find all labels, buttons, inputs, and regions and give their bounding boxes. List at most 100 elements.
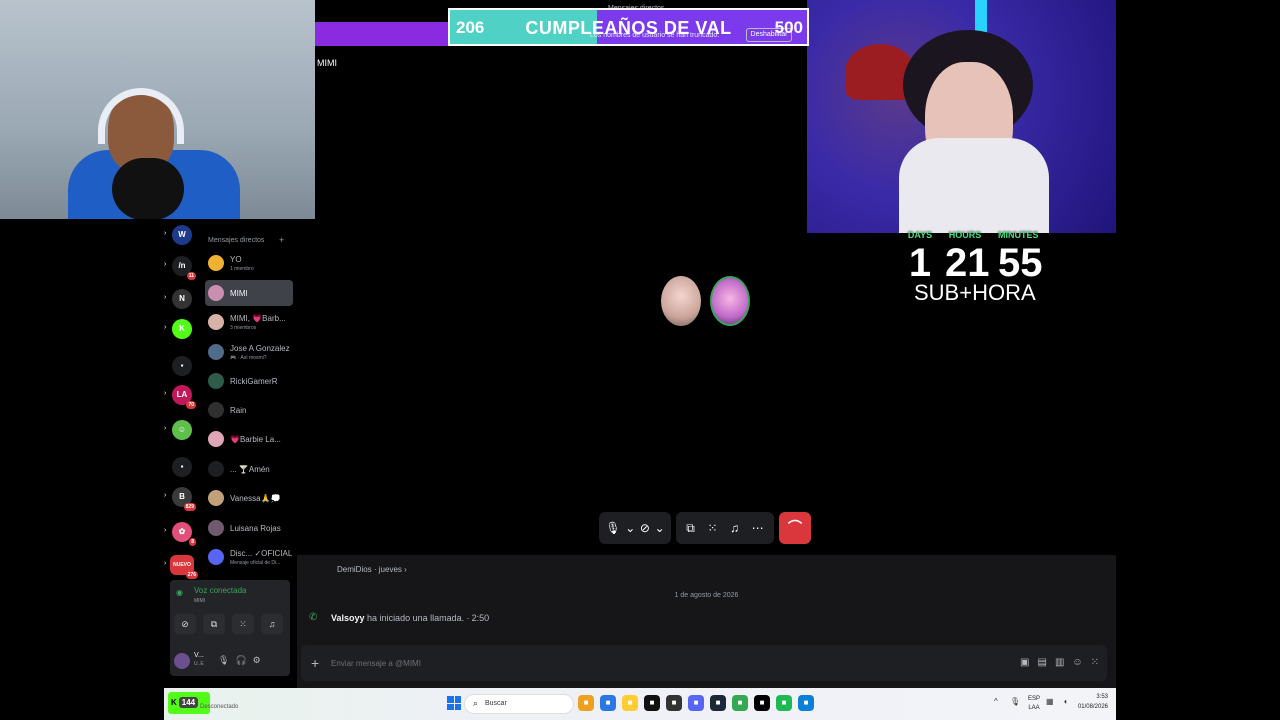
- dm-item[interactable]: MIMI, 💗Barb... 3 miembros: [205, 309, 293, 335]
- dm-item[interactable]: RickiGamerR: [205, 368, 293, 394]
- call-user[interactable]: Valsoyy: [331, 613, 365, 623]
- add-attachment-icon[interactable]: +: [311, 655, 319, 671]
- server-label: /n: [178, 261, 186, 270]
- dm-list: Mensajes directos + YO 1 miembro MIMI MIMI,…: [200, 230, 294, 580]
- new-dm-icon[interactable]: +: [279, 235, 284, 245]
- chevron-down-icon[interactable]: ⌄: [655, 521, 665, 535]
- dm-item[interactable]: YO 1 miembro: [205, 250, 293, 276]
- server-label: B: [179, 492, 185, 501]
- voice-status[interactable]: Voz conectada: [194, 586, 246, 595]
- clock[interactable]: 3:53 01/08/2026: [1078, 692, 1108, 712]
- message-input[interactable]: + Enviar mensaje a @MIMI ▣ ▤ ▥ ☺ ⁙: [301, 645, 1107, 681]
- windows-taskbar: K 144 Desconectado ⌕ Buscar ■ ■ ■ ■ ■ ■ ■ ■ ■ ■ ■ ^…: [164, 688, 1116, 720]
- server-icon[interactable]: ▪: [172, 356, 192, 376]
- microphone-icon[interactable]: 🎙: [605, 521, 620, 535]
- dm-item[interactable]: Rain: [205, 397, 293, 423]
- dm-name: Rain: [230, 406, 247, 415]
- server-icon[interactable]: ✿ 8: [172, 522, 196, 546]
- activities-icon[interactable]: ⁙: [707, 521, 717, 535]
- tiktok-icon[interactable]: ■: [644, 695, 660, 711]
- windows-start-icon[interactable]: [447, 696, 461, 710]
- search-label: Buscar: [485, 700, 507, 707]
- tray-icons[interactable]: ^ 🎙: [994, 697, 1025, 706]
- server-icon[interactable]: W: [172, 225, 192, 245]
- avatar: [208, 402, 224, 418]
- avatar[interactable]: [174, 653, 190, 669]
- call-text: ha iniciado una llamada. ∙ 2:50: [367, 613, 490, 623]
- sticker-icon[interactable]: ▥: [1055, 657, 1064, 668]
- chevron-down-icon[interactable]: ⌄: [625, 521, 635, 535]
- user-name: V...: [194, 652, 204, 659]
- disconnect-call-button[interactable]: ⌒: [779, 512, 811, 544]
- dm-item[interactable]: Luisana Rojas: [205, 515, 293, 541]
- unread-pip: ›: [164, 425, 167, 432]
- dm-item[interactable]: Jose A Gonzalez 🎮 · Así mosmi?: [205, 339, 293, 365]
- spotify-icon[interactable]: ■: [776, 695, 792, 711]
- user-status: U..E: [194, 661, 204, 667]
- files-icon[interactable]: ■: [578, 695, 594, 711]
- edge-icon[interactable]: ■: [798, 695, 814, 711]
- clock-time: 3:53: [1096, 694, 1108, 700]
- chrome-icon[interactable]: ■: [732, 695, 748, 711]
- mention-badge: 11: [186, 272, 196, 280]
- obs-icon[interactable]: ■: [666, 695, 682, 711]
- microphone-icon[interactable]: 🎙: [218, 655, 235, 665]
- soundboard-icon[interactable]: ♫: [730, 521, 739, 535]
- capcut-icon[interactable]: ■: [754, 695, 770, 711]
- dm-item[interactable]: 💗Barbie La...: [205, 426, 293, 452]
- clock-date: 01/08/2026: [1077, 704, 1108, 710]
- phone-icon: ✆: [309, 612, 318, 623]
- goal-accent-strip: [315, 22, 450, 46]
- system-icons[interactable]: ▦ ◐: [1046, 697, 1073, 706]
- more-icon[interactable]: ⋯: [752, 521, 764, 535]
- headphones: [98, 88, 184, 144]
- server-icon[interactable]: NUEVO 276: [170, 555, 198, 579]
- dm-subtitle: Mensaje oficial de Di...: [230, 560, 281, 566]
- unread-pip: ›: [164, 230, 167, 237]
- server-icon[interactable]: LA 70: [172, 385, 196, 409]
- gif-icon[interactable]: ▤: [1037, 657, 1046, 668]
- dm-item[interactable]: Disc... ✓OFICIAL Mensaje oficial de Di...: [205, 544, 293, 570]
- participant-avatar-speaking[interactable]: [710, 276, 750, 326]
- activity-controls: ⧉ ⁙ ♫ ⋯: [676, 512, 774, 544]
- server-icon[interactable]: /n 11: [172, 256, 196, 280]
- goal-title: CUMPLEAÑOS DE VAL: [525, 18, 732, 38]
- gift-icon[interactable]: ▣: [1020, 657, 1029, 668]
- headphones-icon[interactable]: 🎧: [235, 655, 252, 665]
- dm-item[interactable]: ... 🍸Amén: [205, 456, 293, 482]
- soundboard-icon[interactable]: ♫: [261, 614, 283, 634]
- participant-avatar[interactable]: [661, 276, 701, 326]
- kick-count: 144: [178, 697, 199, 708]
- taskbar-search[interactable]: ⌕ Buscar: [464, 694, 574, 714]
- camera-off-icon[interactable]: ⊘: [640, 521, 650, 535]
- emoji-icon[interactable]: ☺: [1072, 657, 1082, 668]
- server-label: ▪: [180, 462, 184, 471]
- steam-icon[interactable]: ■: [710, 695, 726, 711]
- store-icon[interactable]: ■: [600, 695, 616, 711]
- screen-share-icon[interactable]: ⧉: [686, 521, 695, 536]
- message-placeholder[interactable]: Enviar mensaje a @MIMI: [331, 659, 421, 668]
- server-icon[interactable]: K: [172, 319, 192, 339]
- kick-widget[interactable]: K 144: [168, 692, 210, 714]
- server-icon[interactable]: N: [172, 289, 192, 309]
- activities-icon[interactable]: ⁙: [232, 614, 254, 634]
- dm-item[interactable]: Vanessa🙏💭: [205, 485, 293, 511]
- camera-off-icon[interactable]: ⊘: [174, 614, 196, 634]
- server-rail: W › /n 11 › N › K › ▪ LA 70 › ☺ › ▪ B 829 › ✿ 8 › NUEVO 276 ›: [164, 219, 200, 579]
- server-icon[interactable]: ☺: [172, 420, 192, 440]
- server-icon[interactable]: B 829: [172, 487, 196, 511]
- discord-icon[interactable]: ■: [688, 695, 704, 711]
- server-label: ▪: [180, 361, 184, 370]
- dm-item[interactable]: MIMI: [205, 280, 293, 306]
- dm-subtitle: 1 miembro: [230, 266, 254, 272]
- apps-icon[interactable]: ⁙: [1091, 657, 1099, 668]
- chat-panel: DemiDios · jueves › 1 de agosto de 2026 …: [297, 555, 1116, 688]
- unread-pip: ›: [164, 527, 167, 534]
- photos-icon[interactable]: ■: [622, 695, 638, 711]
- mention-badge: 8: [189, 538, 196, 546]
- server-icon[interactable]: ▪: [172, 457, 192, 477]
- language-indicator[interactable]: ESP LAA: [1028, 695, 1040, 713]
- screen-share-icon[interactable]: ⧉: [203, 614, 225, 634]
- settings-icon[interactable]: ⚙: [253, 655, 267, 665]
- subscription-goal-bar: Los nombres de usuario se han truncado. …: [448, 8, 809, 46]
